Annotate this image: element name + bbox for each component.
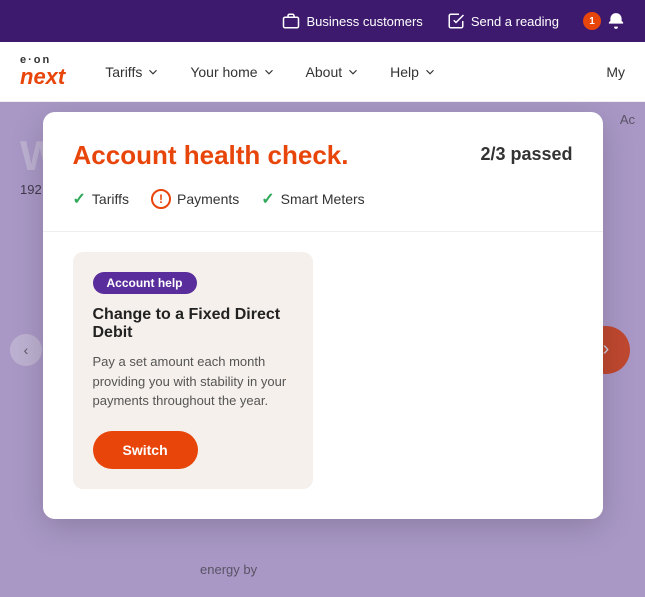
modal-checks: ✓ Tariffs ! Payments ✓ Smart Meters xyxy=(73,189,573,209)
modal-divider xyxy=(43,231,603,232)
switch-button[interactable]: Switch xyxy=(93,431,198,469)
account-health-modal: Account health check. 2/3 passed ✓ Tarif… xyxy=(43,112,603,519)
check-payments-label: Payments xyxy=(177,191,239,207)
nav-your-home-label: Your home xyxy=(190,64,257,80)
send-reading-link[interactable]: Send a reading xyxy=(447,12,559,30)
nav-your-home[interactable]: Your home xyxy=(190,64,275,80)
nav-help[interactable]: Help xyxy=(390,64,437,80)
notifications-button[interactable]: 1 xyxy=(583,12,625,30)
nav-about[interactable]: About xyxy=(306,64,361,80)
nav-my-label: My xyxy=(606,64,625,80)
notification-badge: 1 xyxy=(583,12,601,30)
check-tariffs: ✓ Tariffs xyxy=(73,189,130,209)
info-card-description: Pay a set amount each month providing yo… xyxy=(93,352,293,411)
business-customers-link[interactable]: Business customers xyxy=(282,12,422,30)
nav-bar: e·on next Tariffs Your home About Help M… xyxy=(0,42,645,102)
check-payments: ! Payments xyxy=(151,189,239,209)
check-smart-meters: ✓ Smart Meters xyxy=(261,189,364,209)
modal-title: Account health check. xyxy=(73,140,349,171)
logo[interactable]: e·on next xyxy=(20,55,65,88)
check-smart-meters-icon: ✓ xyxy=(261,189,274,209)
nav-tariffs-label: Tariffs xyxy=(105,64,142,80)
help-chevron-icon xyxy=(423,65,437,79)
your-home-chevron-icon xyxy=(262,65,276,79)
nav-about-label: About xyxy=(306,64,343,80)
check-payments-icon: ! xyxy=(151,189,171,209)
check-smart-meters-label: Smart Meters xyxy=(281,191,365,207)
check-tariffs-label: Tariffs xyxy=(92,191,129,207)
business-label: Business customers xyxy=(306,14,422,29)
modal-header: Account health check. 2/3 passed xyxy=(73,140,573,171)
nav-help-label: Help xyxy=(390,64,419,80)
tariffs-chevron-icon xyxy=(146,65,160,79)
modal-passed: 2/3 passed xyxy=(480,144,572,165)
top-bar: Business customers Send a reading 1 xyxy=(0,0,645,42)
check-tariffs-icon: ✓ xyxy=(73,189,86,209)
info-card-tag: Account help xyxy=(93,272,197,294)
modal-overlay: Account health check. 2/3 passed ✓ Tarif… xyxy=(0,102,645,597)
info-card-title: Change to a Fixed Direct Debit xyxy=(93,306,293,342)
main-content: We 192 G ‹ Ac › t paym payme ment is s a… xyxy=(0,102,645,597)
nav-my[interactable]: My xyxy=(606,64,625,80)
logo-next: next xyxy=(20,66,65,88)
info-card: Account help Change to a Fixed Direct De… xyxy=(73,252,313,489)
about-chevron-icon xyxy=(346,65,360,79)
send-reading-label: Send a reading xyxy=(471,14,559,29)
nav-tariffs[interactable]: Tariffs xyxy=(105,64,160,80)
